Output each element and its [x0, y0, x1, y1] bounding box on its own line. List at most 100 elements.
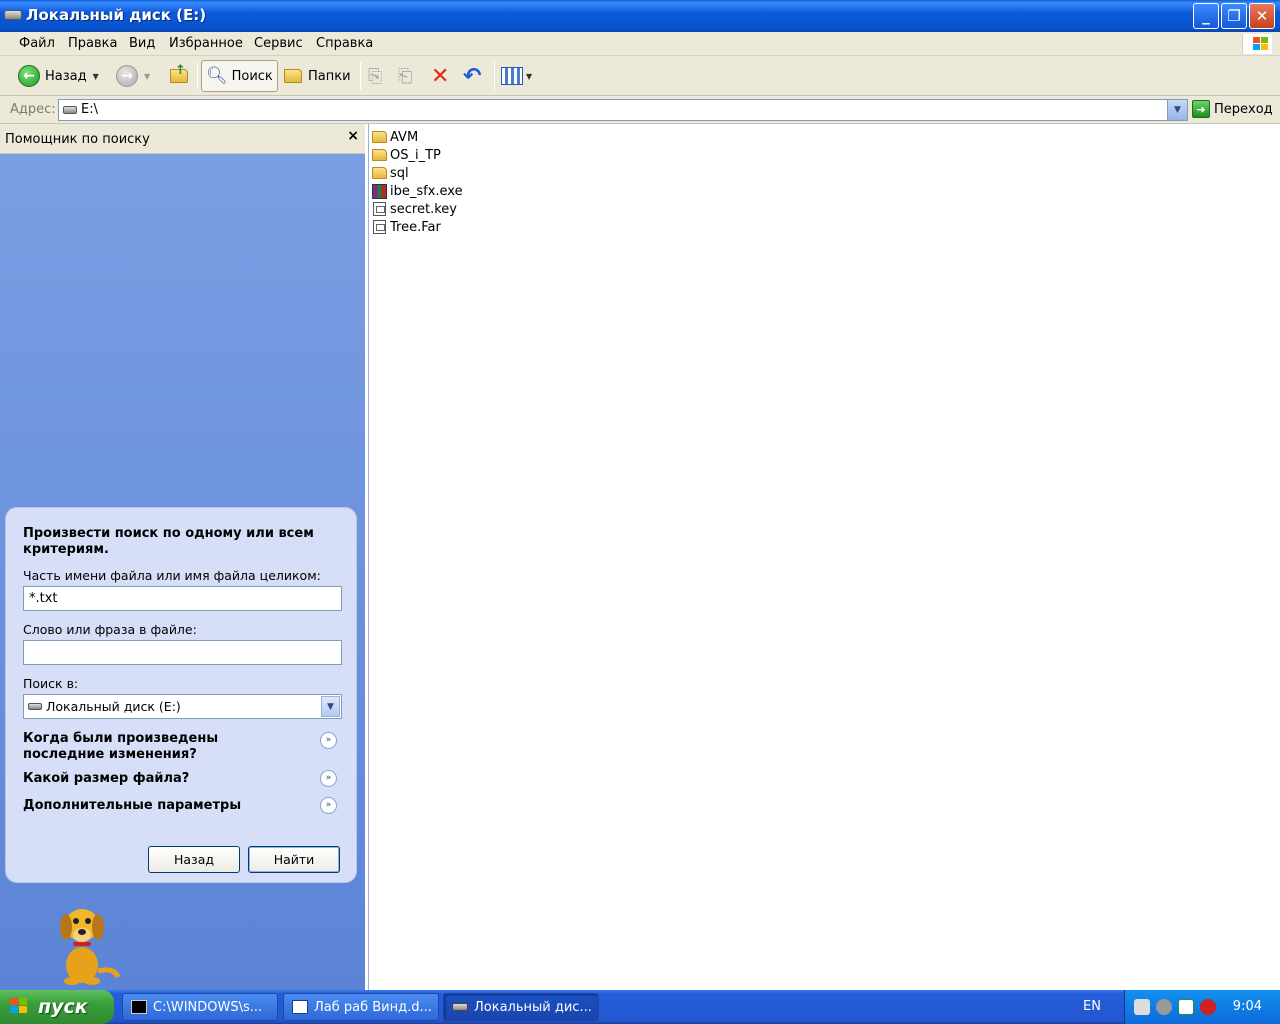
taskbar-item-cmd[interactable]: C:\WINDOWS\s...: [122, 993, 278, 1021]
windows-logo-icon: [1242, 34, 1272, 54]
folders-button[interactable]: Папки: [284, 60, 351, 92]
address-label: Адрес:: [10, 102, 56, 117]
search-label: Поиск: [231, 68, 273, 84]
forward-dropdown-icon[interactable]: ▼: [144, 72, 150, 81]
option-size[interactable]: Какой размер файла?: [23, 771, 303, 787]
file-name: sql: [390, 165, 409, 181]
expand-chevron-icon[interactable]: »: [320, 770, 337, 787]
search-pane-close-icon[interactable]: ×: [347, 128, 359, 144]
address-input[interactable]: E:\ ▼: [58, 99, 1188, 121]
menu-help[interactable]: Справка: [316, 36, 373, 51]
file-item-avm[interactable]: AVM: [372, 128, 418, 146]
delete-x-icon: ✕: [431, 63, 450, 89]
menu-edit[interactable]: Правка: [68, 36, 117, 51]
close-button[interactable]: ✕: [1249, 3, 1275, 29]
back-arrow-icon: ←: [18, 65, 40, 87]
word-document-icon: [292, 1000, 308, 1014]
menu-favorites[interactable]: Избранное: [169, 36, 243, 51]
speaker-icon[interactable]: [1156, 999, 1172, 1015]
network-icon[interactable]: [1134, 999, 1150, 1015]
file-item-os-i-tp[interactable]: OS_i_TP: [372, 146, 441, 164]
drive-icon: [28, 703, 42, 710]
file-item-secret-key[interactable]: secret.key: [372, 200, 457, 218]
delete-button[interactable]: ✕: [431, 60, 449, 92]
antivirus-icon[interactable]: [1178, 999, 1194, 1015]
menu-view[interactable]: Вид: [129, 36, 155, 51]
menu-file[interactable]: Файл: [19, 36, 55, 51]
task-label: Локальный дис...: [474, 999, 592, 1015]
speech-bubble-tail: [16, 758, 30, 780]
up-folder-button[interactable]: ↑: [170, 60, 188, 92]
forward-arrow-icon: →: [116, 65, 138, 87]
file-name: ibe_sfx.exe: [390, 183, 463, 199]
undo-arrow-icon: ↶: [463, 63, 482, 89]
search-pane-header: Помощник по поиску ×: [0, 124, 365, 154]
search-dog-icon: [60, 909, 121, 985]
option-advanced[interactable]: Дополнительные параметры: [23, 798, 303, 814]
file-name: secret.key: [390, 201, 457, 217]
go-arrow-icon: ➜: [1192, 100, 1210, 118]
maximize-button[interactable]: ❐: [1221, 3, 1247, 29]
look-in-label: Поиск в:: [23, 676, 79, 691]
go-button[interactable]: ➜ Переход: [1192, 100, 1273, 118]
copy-to-button[interactable]: ⎗: [398, 60, 412, 92]
move-to-button[interactable]: ⎘: [368, 60, 382, 92]
look-in-select[interactable]: Локальный диск (E:) ▼: [23, 694, 342, 719]
menu-bar: Файл Правка Вид Избранное Сервис Справка: [0, 32, 1280, 56]
window-titlebar[interactable]: Локальный диск (E:) _ ❐ ✕: [0, 0, 1280, 32]
search-criteria-card: Произвести поиск по одному или всем крит…: [5, 507, 357, 883]
search-button[interactable]: 🔍︎ Поиск: [201, 60, 278, 92]
filename-input[interactable]: *.txt: [23, 586, 342, 611]
back-dropdown-icon[interactable]: ▼: [93, 72, 99, 81]
clock[interactable]: 9:04: [1233, 999, 1262, 1014]
search-find-button[interactable]: Найти: [248, 846, 340, 873]
taskbar-item-explorer[interactable]: Локальный дис...: [443, 993, 599, 1021]
drive-icon: [4, 10, 22, 20]
menu-tools[interactable]: Сервис: [254, 36, 303, 51]
drive-icon: [63, 106, 77, 114]
undo-button[interactable]: ↶: [463, 60, 481, 92]
security-alert-icon[interactable]: [1200, 999, 1216, 1015]
folder-icon: [372, 131, 387, 143]
taskbar: пуск C:\WINDOWS\s... Лаб раб Винд.d... Л…: [0, 990, 1280, 1024]
expand-chevron-icon[interactable]: »: [320, 732, 337, 749]
expand-chevron-icon[interactable]: »: [320, 797, 337, 814]
start-button[interactable]: пуск: [0, 990, 114, 1024]
taskbar-item-word[interactable]: Лаб раб Винд.d...: [283, 993, 439, 1021]
look-in-dropdown-button[interactable]: ▼: [321, 696, 340, 717]
folder-icon: [372, 167, 387, 179]
address-bar: Адрес: E:\ ▼ ➜ Переход: [0, 96, 1280, 124]
start-label: пуск: [38, 996, 88, 1018]
phrase-label: Слово или фраза в файле:: [23, 622, 197, 637]
search-back-button[interactable]: Назад: [148, 846, 240, 873]
search-companion-pane: Помощник по поиску × Произвести поиск по…: [0, 124, 365, 990]
window-title: Локальный диск (E:): [26, 6, 207, 24]
console-icon: [131, 1000, 147, 1014]
back-label: Назад: [45, 68, 87, 84]
folders-icon: [284, 69, 302, 83]
search-pane-title: Помощник по поиску: [5, 132, 150, 147]
address-dropdown-button[interactable]: ▼: [1167, 100, 1187, 120]
phrase-input[interactable]: [23, 640, 342, 665]
file-item-ibe-sfx[interactable]: ibe_sfx.exe: [372, 182, 463, 200]
views-grid-icon: [501, 67, 523, 85]
generic-file-icon: [373, 220, 386, 234]
generic-file-icon: [373, 202, 386, 216]
language-indicator[interactable]: EN: [1083, 999, 1101, 1014]
option-modified[interactable]: Когда были произведены последние изменен…: [23, 731, 303, 763]
address-value: E:\: [81, 102, 98, 117]
minimize-button[interactable]: _: [1193, 3, 1219, 29]
filename-label: Часть имени файла или имя файла целиком:: [23, 568, 321, 583]
toolbar: ← Назад ▼ → ▼ ↑ 🔍︎ Поиск Папки ⎘ ⎗ ✕ ↶ ▼: [0, 56, 1280, 96]
file-item-sql[interactable]: sql: [372, 164, 409, 182]
search-heading: Произвести поиск по одному или всем крит…: [23, 526, 314, 557]
file-name: Tree.Far: [390, 219, 441, 235]
go-label: Переход: [1214, 101, 1273, 117]
back-button[interactable]: ← Назад ▼: [18, 60, 99, 92]
forward-button[interactable]: → ▼: [116, 60, 150, 92]
windows-logo-icon: [10, 998, 30, 1016]
task-label: Лаб раб Винд.d...: [314, 999, 432, 1015]
task-label: C:\WINDOWS\s...: [153, 999, 263, 1015]
file-item-tree-far[interactable]: Tree.Far: [372, 218, 441, 236]
views-button[interactable]: ▼: [501, 60, 532, 92]
